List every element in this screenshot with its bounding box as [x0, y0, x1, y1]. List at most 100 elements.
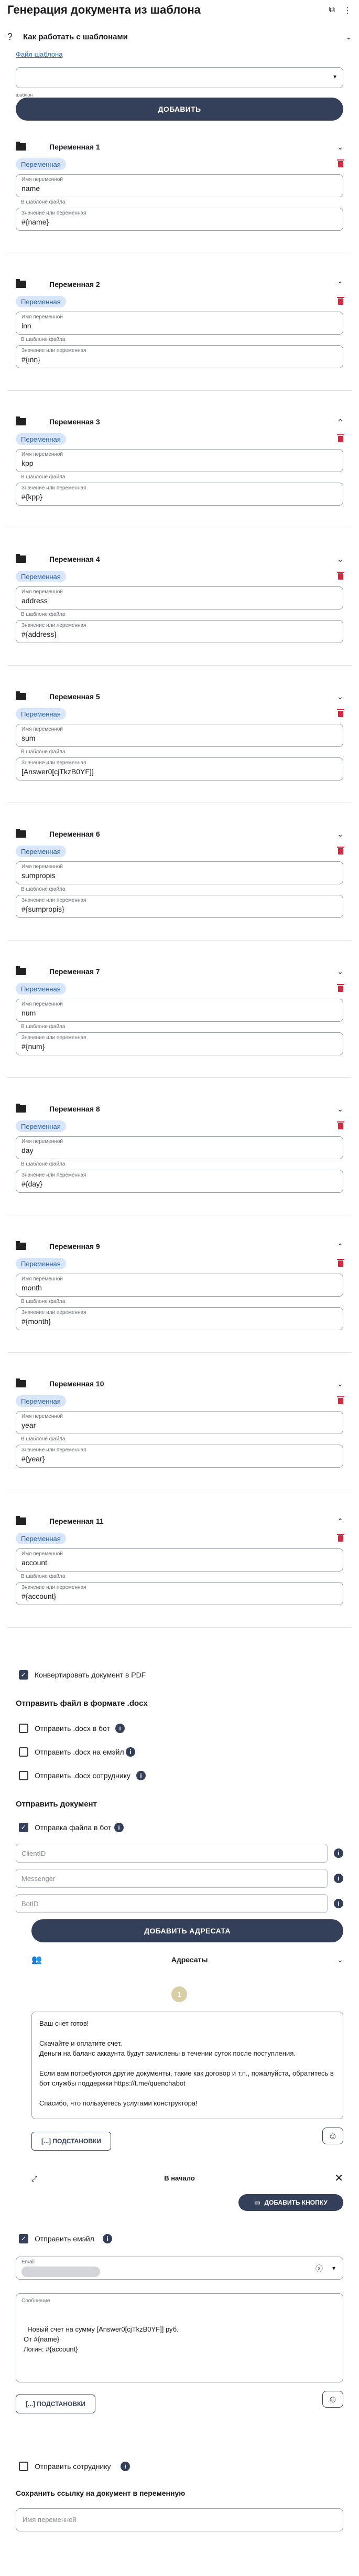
delete-icon[interactable] [337, 159, 344, 167]
variable-value-input[interactable]: Значение или переменная #{num} [16, 1032, 343, 1055]
variable-name-input[interactable]: Имя переменной sumpropis [16, 861, 343, 884]
template-file-link[interactable]: Файл шаблона [16, 50, 62, 58]
variable-value-input[interactable]: Значение или переменная #{account} [16, 1582, 343, 1605]
variable-value-input[interactable]: Значение или переменная #{month} [16, 1307, 343, 1330]
close-icon[interactable]: ✕ [334, 2172, 343, 2185]
chevron-down-icon[interactable]: ⌄ [337, 1105, 343, 1114]
email-message-textarea[interactable]: Сообщение Новый счет на сумму [Answer0[c… [16, 2293, 343, 2382]
variable-value-input[interactable]: Значение или переменная #{sumpropis} [16, 895, 343, 918]
folder-icon [16, 691, 26, 700]
convert-pdf-checkbox[interactable]: ✓ [19, 1670, 28, 1680]
variable-header[interactable]: Переменная 7 ⌄ [16, 962, 343, 981]
info-icon[interactable]: i [334, 1874, 343, 1883]
variable-name-input[interactable]: Имя переменной inn [16, 312, 343, 335]
variable-header[interactable]: Переменная 5 ⌄ [16, 687, 343, 706]
add-button-button[interactable]: ▭ ДОБАВИТЬ КНОПКУ [238, 2194, 343, 2211]
delete-icon[interactable] [337, 847, 344, 854]
variable-value-input[interactable]: Значение или переменная #{inn} [16, 345, 343, 368]
delete-icon[interactable] [337, 1396, 344, 1404]
variable-name-input[interactable]: Имя переменной address [16, 586, 343, 610]
docx-employee-checkbox[interactable] [19, 1771, 28, 1780]
chevron-up-icon[interactable]: ⌃ [337, 1242, 343, 1251]
variable-header[interactable]: Переменная 4 ⌄ [16, 550, 343, 569]
variable-name-input[interactable]: Имя переменной name [16, 174, 343, 197]
copy-icon[interactable]: ⧉ [329, 5, 335, 16]
info-icon[interactable]: i [115, 1724, 125, 1733]
variable-header[interactable]: Переменная 3 ⌃ [16, 412, 343, 431]
delete-icon[interactable] [337, 1534, 344, 1542]
variable-header[interactable]: Переменная 11 ⌃ [16, 1512, 343, 1531]
docx-employee-label: Отправить .docx сотруднику [35, 1771, 130, 1780]
variable-header[interactable]: Переменная 10 ⌄ [16, 1374, 343, 1393]
variable-name-input[interactable]: Имя переменной day [16, 1136, 343, 1159]
info-icon[interactable]: i [114, 1823, 124, 1832]
substitutions-button[interactable]: [...] ПОДСТАНОВКИ [31, 2132, 111, 2151]
template-select[interactable]: ▾ [16, 67, 343, 88]
delete-icon[interactable] [337, 434, 344, 442]
divider [7, 1627, 352, 1628]
client-id-input[interactable]: ClientID [16, 1844, 328, 1863]
delete-icon[interactable] [337, 709, 344, 717]
chevron-down-icon[interactable]: ⌄ [337, 692, 343, 701]
info-icon[interactable]: i [103, 2234, 112, 2243]
chevron-up-icon[interactable]: ⌃ [337, 1517, 343, 1526]
chevron-up-icon[interactable]: ⌃ [337, 418, 343, 426]
bot-id-input[interactable]: BotID [16, 1894, 328, 1913]
add-template-button[interactable]: ДОБАВИТЬ [16, 98, 343, 121]
variable-name-input[interactable]: Имя переменной account [16, 1548, 343, 1572]
delete-icon[interactable] [337, 297, 344, 305]
variable-name-input[interactable]: Имя переменной month [16, 1274, 343, 1297]
send-email-checkbox[interactable]: ✓ [19, 2234, 28, 2243]
info-icon[interactable]: i [121, 2462, 130, 2471]
variable-value-input[interactable]: Значение или переменная #{kpp} [16, 483, 343, 506]
chevron-down-icon[interactable]: ⌄ [337, 555, 343, 564]
variable-name-input[interactable]: Имя переменной kpp [16, 449, 343, 472]
info-icon[interactable]: i [136, 1771, 146, 1780]
delete-icon[interactable] [337, 572, 344, 580]
email-substitutions-button[interactable]: [...] ПОДСТАНОВКИ [16, 2395, 95, 2413]
send-employee-checkbox[interactable] [19, 2462, 28, 2471]
variable-value-input[interactable]: Значение или переменная #{day} [16, 1170, 343, 1193]
variable-header[interactable]: Переменная 8 ⌄ [16, 1099, 343, 1118]
variable-value-input[interactable]: Значение или переменная #{name} [16, 208, 343, 231]
variable-header[interactable]: Переменная 9 ⌃ [16, 1237, 343, 1256]
delete-icon[interactable] [337, 1259, 344, 1267]
variable-value-input[interactable]: Значение или переменная [Answer0[cjTkzB0… [16, 757, 343, 781]
variable-name-input[interactable]: Имя переменной year [16, 1411, 343, 1434]
dropdown-icon[interactable]: ▾ [332, 2264, 335, 2272]
people-icon: 👥 [31, 1955, 42, 1964]
clear-icon[interactable]: ⓧ [316, 2263, 323, 2274]
email-chip[interactable] [21, 2267, 100, 2277]
messenger-input[interactable]: Messenger [16, 1869, 328, 1888]
emoji-icon[interactable]: ☺ [322, 2128, 343, 2144]
chevron-down-icon[interactable]: ⌄ [337, 967, 343, 976]
info-icon[interactable]: i [126, 1747, 135, 1757]
howto-accordion[interactable]: ? Как работать с шаблонами ⌄ [7, 26, 352, 47]
emoji-icon[interactable]: ☺ [322, 2391, 343, 2408]
docx-bot-checkbox[interactable] [19, 1724, 28, 1733]
variable-name-input[interactable]: Имя переменной num [16, 999, 343, 1022]
delete-icon[interactable] [337, 984, 344, 992]
info-icon[interactable]: i [334, 1899, 343, 1908]
recipients-accordion[interactable]: 👥 Адресаты ⌄ [31, 1950, 343, 1969]
variable-value-input[interactable]: Значение или переменная #{address} [16, 620, 343, 643]
docx-email-checkbox[interactable] [19, 1747, 28, 1757]
variable-title: Переменная 5 [49, 692, 100, 701]
more-vertical-icon[interactable]: ⋮ [343, 5, 352, 16]
email-input[interactable]: Email ⓧ ▾ [16, 2257, 343, 2280]
variable-header[interactable]: Переменная 1 ⌄ [16, 137, 343, 156]
variable-header[interactable]: Переменная 2 ⌃ [16, 275, 343, 294]
send-bot-checkbox[interactable]: ✓ [19, 1823, 28, 1832]
chevron-up-icon[interactable]: ⌃ [337, 280, 343, 289]
delete-icon[interactable] [337, 1121, 344, 1129]
link-variable-input[interactable]: Имя переменной [16, 2508, 343, 2531]
chevron-down-icon[interactable]: ⌄ [337, 1380, 343, 1388]
variable-name-input[interactable]: Имя переменной sum [16, 724, 343, 747]
variable-value-input[interactable]: Значение или переменная #{year} [16, 1445, 343, 1468]
variable-header[interactable]: Переменная 6 ⌄ [16, 825, 343, 843]
chevron-down-icon[interactable]: ⌄ [337, 830, 343, 839]
bot-message-textarea[interactable]: Ваш счет готов! Скачайте и оплатите счет… [31, 2012, 343, 2119]
info-icon[interactable]: i [334, 1848, 343, 1858]
chevron-down-icon[interactable]: ⌄ [337, 143, 343, 152]
add-recipient-button[interactable]: ДОБАВИТЬ АДРЕСАТА [31, 1919, 343, 1942]
